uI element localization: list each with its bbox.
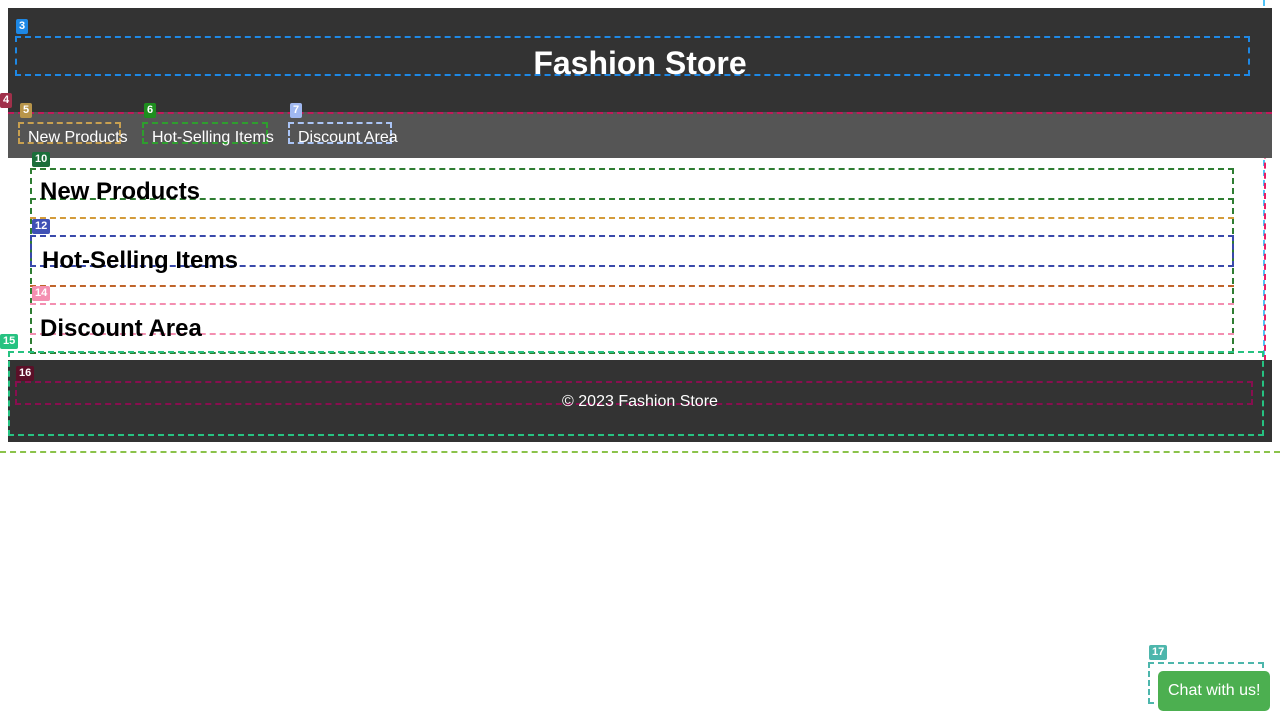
section-divider: [30, 217, 1234, 219]
section-title: New Products: [40, 178, 201, 205]
copyright-text: © 2023 Fashion Store: [562, 393, 718, 410]
marker-badge: 10: [32, 152, 51, 167]
nav-hot-selling-items[interactable]: Hot-Selling Items: [152, 128, 274, 148]
site-header: Fashion Store: [8, 8, 1272, 112]
marker-badge: 17: [1149, 645, 1168, 660]
nav-discount-area[interactable]: Discount Area: [298, 128, 398, 148]
section-divider: [30, 285, 1234, 287]
section-discount-area: Discount Area: [30, 303, 1234, 342]
marker-badge: 4: [0, 93, 13, 108]
section-new-products: New Products: [30, 168, 1234, 205]
section-title: Discount Area: [40, 315, 202, 342]
section-title: Hot-Selling Items: [42, 247, 239, 274]
marker-badge: 12: [32, 219, 51, 234]
site-title: Fashion Store: [533, 45, 747, 81]
nav-new-products[interactable]: New Products: [28, 128, 128, 148]
marker-badge: 15: [0, 334, 19, 349]
section-hot-selling: Hot-Selling Items: [30, 235, 1234, 274]
marker-badge: 7: [290, 103, 303, 118]
marker-badge: 6: [144, 103, 157, 118]
site-footer: © 2023 Fashion Store: [8, 360, 1272, 442]
main-nav: New Products Hot-Selling Items Discount …: [8, 112, 1272, 158]
marker-badge: 5: [20, 103, 33, 118]
chat-button[interactable]: Chat with us!: [1158, 671, 1271, 711]
marker-badge: 16: [16, 366, 35, 381]
marker-badge: 3: [16, 19, 29, 34]
marker-badge: 14: [32, 286, 51, 301]
